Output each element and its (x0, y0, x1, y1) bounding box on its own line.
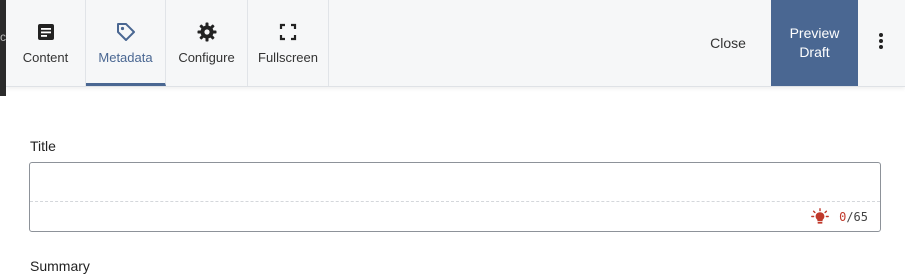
tab-metadata[interactable]: Metadata (86, 0, 166, 86)
tab-configure[interactable]: Configure (166, 0, 248, 86)
preview-draft-button[interactable]: Preview Draft (771, 0, 858, 86)
summary-field-label: Summary (30, 258, 90, 274)
preview-draft-label: Preview Draft (789, 25, 840, 60)
gear-icon (197, 22, 217, 42)
editor-toolbar: Content Metadata Configure Fullscreen Cl… (6, 0, 905, 87)
title-input[interactable] (30, 163, 884, 203)
tab-label: Fullscreen (258, 50, 318, 65)
tag-icon (116, 22, 136, 42)
current-count: 0 (839, 210, 847, 224)
tab-label: Content (22, 50, 69, 65)
max-count: /65 (846, 210, 868, 224)
title-field[interactable]: 0/65 (29, 162, 884, 232)
vertical-dots-icon (878, 32, 884, 55)
tab-label: Configure (178, 50, 235, 65)
more-options-button[interactable] (868, 30, 894, 56)
tab-content[interactable]: Content (6, 0, 86, 86)
tab-fullscreen[interactable]: Fullscreen (248, 0, 329, 86)
fullscreen-icon (278, 22, 298, 42)
lightbulb-icon (811, 208, 829, 226)
character-counter: 0/65 (811, 208, 868, 226)
close-label: Close (710, 35, 746, 51)
close-button[interactable]: Close (696, 0, 760, 86)
title-field-label: Title (30, 138, 56, 154)
document-icon (36, 22, 56, 42)
tab-label: Metadata (98, 50, 153, 65)
field-divider (30, 201, 880, 202)
